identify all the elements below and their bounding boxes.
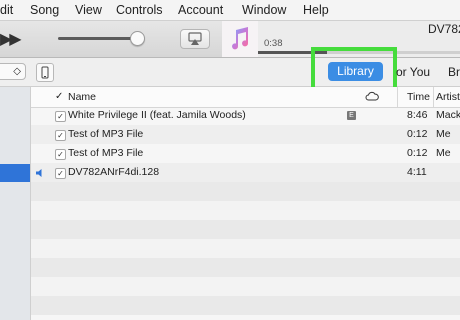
for-you-tab[interactable]: or You (396, 65, 430, 79)
song-artist: Me (436, 128, 451, 140)
device-button[interactable] (36, 63, 54, 82)
library-tab[interactable]: Library (328, 62, 383, 81)
now-playing-speaker-icon (36, 169, 42, 177)
table-header: ✓ Name Time Artist (31, 87, 460, 108)
menu-view[interactable]: View (75, 3, 102, 17)
column-divider[interactable] (397, 87, 398, 107)
menu-controls[interactable]: Controls (116, 3, 163, 17)
menu-account[interactable]: Account (178, 3, 223, 17)
airplay-icon (188, 32, 202, 45)
now-playing-title: DV782 (428, 22, 460, 36)
empty-row (31, 277, 460, 296)
row-checkbox[interactable]: ✓ (55, 111, 66, 122)
airplay-button[interactable] (180, 29, 210, 49)
volume-slider[interactable] (58, 37, 136, 40)
browse-tab[interactable]: Br (448, 65, 460, 79)
iphone-icon (41, 66, 49, 79)
empty-row (31, 239, 460, 258)
elapsed-time: 0:38 (264, 38, 283, 49)
song-name: Test of MP3 File (68, 147, 144, 159)
menu-edit[interactable]: dit (0, 3, 13, 17)
menu-window[interactable]: Window (242, 3, 286, 17)
song-artist: Mack (436, 109, 460, 121)
table-row[interactable]: ✓ Test of MP3 File 0:12 Me (31, 125, 460, 144)
song-name: DV782ANrF4di.128 (68, 166, 160, 178)
sidebar-selected-item[interactable] (0, 164, 30, 182)
media-type-select[interactable]: ◇ (0, 63, 26, 80)
empty-row (31, 182, 460, 201)
table-row[interactable]: ✓ DV782ANrF4di.128 4:11 (31, 163, 460, 182)
row-checkbox[interactable]: ✓ (55, 149, 66, 160)
menu-song[interactable]: Song (30, 3, 59, 17)
row-checkbox[interactable]: ✓ (55, 130, 66, 141)
header-artist[interactable]: Artist (436, 87, 460, 107)
empty-row (31, 220, 460, 239)
empty-row (31, 296, 460, 315)
empty-row (31, 258, 460, 277)
fast-forward-icon[interactable]: ▶▶ (0, 29, 22, 49)
volume-knob[interactable] (130, 31, 145, 46)
song-table: ✓ Name Time Artist ✓ White Privilege II … (31, 87, 460, 320)
song-name: White Privilege II (feat. Jamila Woods) (68, 109, 246, 121)
row-checkbox[interactable]: ✓ (55, 168, 66, 179)
header-name[interactable]: Name (68, 87, 358, 107)
explicit-badge: E (347, 111, 356, 120)
menu-bar: dit Song View Controls Account Window He… (0, 0, 460, 21)
sidebar (0, 87, 31, 320)
cloud-icon[interactable] (365, 91, 379, 101)
song-name: Test of MP3 File (68, 128, 144, 140)
album-art (222, 21, 258, 57)
song-time: 4:11 (407, 166, 427, 178)
table-row[interactable]: ✓ White Privilege II (feat. Jamila Woods… (31, 106, 460, 125)
column-divider[interactable] (433, 87, 434, 107)
empty-row (31, 201, 460, 220)
table-row[interactable]: ✓ Test of MP3 File 0:12 Me (31, 144, 460, 163)
header-check[interactable]: ✓ (55, 91, 63, 102)
menu-help[interactable]: Help (303, 3, 329, 17)
music-note-icon (232, 27, 249, 50)
song-artist: Me (436, 147, 451, 159)
